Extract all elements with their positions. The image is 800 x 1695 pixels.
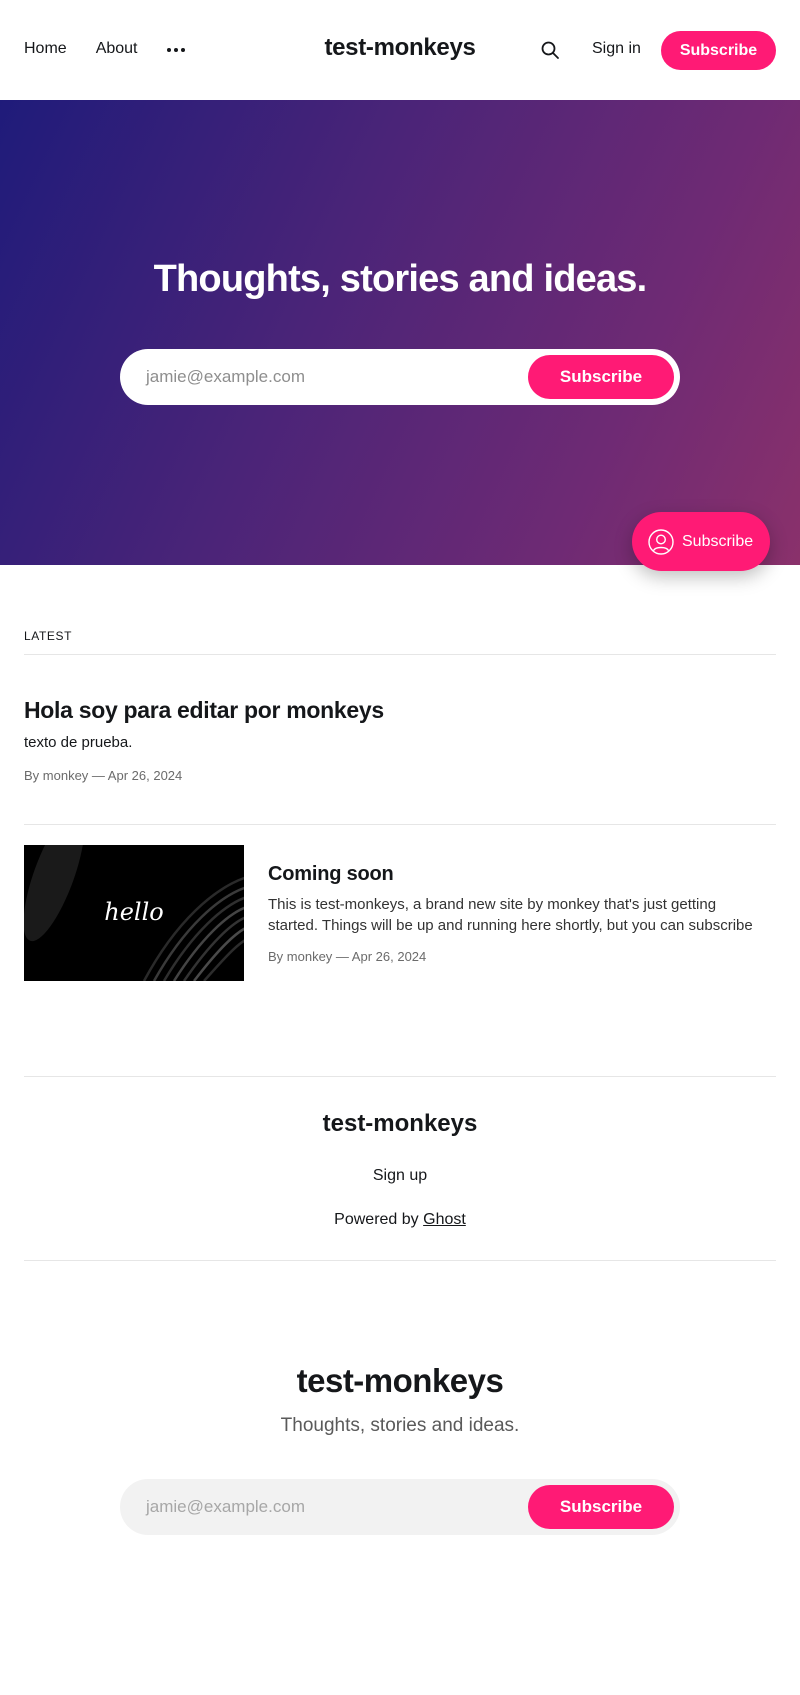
user-circle-icon bbox=[648, 528, 674, 555]
divider bbox=[24, 1076, 776, 1077]
header-subscribe-button[interactable]: Subscribe bbox=[661, 31, 776, 70]
divider bbox=[24, 654, 776, 655]
post-excerpt: texto de prueba. bbox=[24, 734, 133, 751]
nav-about-link[interactable]: About bbox=[96, 40, 138, 58]
cta-subscribe-button[interactable]: Subscribe bbox=[528, 1485, 674, 1529]
footer-signup-link[interactable]: Sign up bbox=[0, 1167, 800, 1185]
post-excerpt-line: started. Things will be up and running h… bbox=[268, 917, 753, 934]
portal-subscribe-button[interactable]: Subscribe bbox=[632, 512, 770, 571]
cta-email-input[interactable]: jamie@example.com bbox=[146, 1497, 305, 1517]
cta-site-title: test-monkeys bbox=[296, 1362, 504, 1399]
post-meta: By monkey — Apr 26, 2024 bbox=[24, 768, 183, 783]
post-meta: By monkey — Apr 26, 2024 bbox=[268, 949, 427, 964]
hero-subscribe-button[interactable]: Subscribe bbox=[528, 355, 674, 399]
site-header: Home About test-monkeys Sign in Subscrib… bbox=[0, 0, 800, 100]
sign-in-link[interactable]: Sign in bbox=[592, 40, 641, 58]
divider bbox=[24, 824, 776, 825]
hero-title: Thoughts, stories and ideas. bbox=[153, 258, 648, 300]
post-excerpt-line: This is test-monkeys, a brand new site b… bbox=[268, 896, 717, 913]
hero-email-input[interactable]: jamie@example.com bbox=[146, 367, 305, 387]
cta-subscribe-form: jamie@example.com Subscribe bbox=[120, 1479, 680, 1535]
main-nav: Home About bbox=[24, 40, 185, 58]
more-menu-icon[interactable] bbox=[166, 47, 185, 52]
portal-label: Subscribe bbox=[682, 532, 754, 550]
search-icon[interactable] bbox=[540, 40, 560, 60]
latest-section-label: LATEST bbox=[24, 629, 73, 643]
post-feature-image[interactable]: hello bbox=[24, 845, 244, 981]
nav-home-link[interactable]: Home bbox=[24, 40, 67, 58]
post-excerpt: This is test-monkeys, a brand new site b… bbox=[268, 894, 776, 936]
image-hello-text: hello bbox=[104, 898, 163, 926]
powered-by-prefix: Powered by bbox=[334, 1211, 419, 1228]
hello-image: hello bbox=[24, 845, 244, 981]
post-title[interactable]: Hola soy para editar por monkeys bbox=[24, 697, 384, 724]
hero-section: Thoughts, stories and ideas. jamie@examp… bbox=[0, 100, 800, 565]
divider bbox=[24, 1260, 776, 1261]
footer-site-title[interactable]: test-monkeys bbox=[0, 1110, 800, 1138]
powered-by: Powered by Ghost bbox=[0, 1211, 800, 1229]
hero-subscribe-form: jamie@example.com Subscribe bbox=[120, 349, 680, 405]
cta-description: Thoughts, stories and ideas. bbox=[280, 1415, 520, 1436]
ghost-link[interactable]: Ghost bbox=[423, 1211, 466, 1228]
post-title[interactable]: Coming soon bbox=[268, 863, 394, 886]
